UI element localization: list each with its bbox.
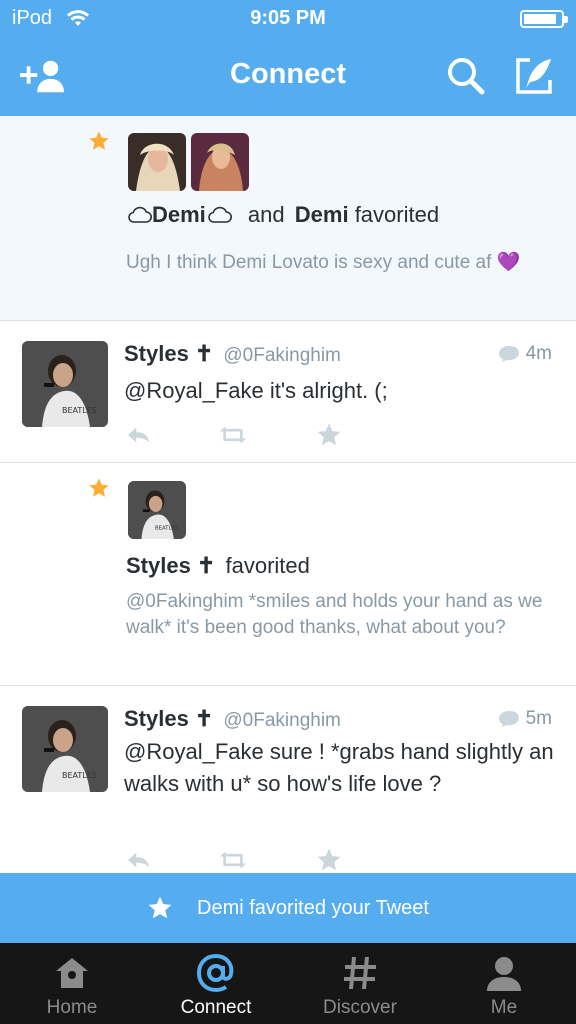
retweet-button[interactable] [218,421,248,449]
star-icon [316,847,342,873]
favorite-button[interactable] [314,846,344,873]
star-icon [147,895,173,921]
reply-icon [125,424,153,446]
tab-label: Me [490,997,518,1018]
notification-banner[interactable]: Demi favorited your Tweet [0,873,576,943]
star-icon [316,422,342,448]
activity-joiner: and [247,202,285,227]
tab-label: Discover [323,997,397,1018]
connect-feed[interactable]: Demi and Demi favorited Ugh I think Demi… [0,116,576,873]
compose-icon [516,58,552,94]
tweet-header: Styles ✝ @0Fakinghim [124,341,341,367]
tweet-header: Styles ✝ @0Fakinghim [124,706,341,732]
hashtag-icon [344,956,376,990]
battery-icon [520,10,568,28]
search-button[interactable] [444,54,488,98]
activity-verb: favorited [225,553,310,578]
tweet[interactable]: Styles ✝ @0Fakinghim 5m @Royal_Fake sure … [0,686,576,873]
activity-line: Demi and Demi favorited [126,202,439,228]
star-icon [88,477,110,499]
user-name[interactable]: Styles ✝ [124,341,213,366]
top-bar: iPod 9:05 PM Connect [0,0,576,116]
avatar[interactable] [128,481,186,539]
person-icon [487,957,521,991]
home-icon [56,958,88,988]
star-icon [88,130,110,152]
avatar[interactable] [128,133,186,191]
cloud-icon [206,206,232,224]
time-label: 5m [525,708,552,729]
cloud-icon [126,206,152,224]
reply-icon [125,849,153,871]
conversation-icon [498,346,519,362]
tab-connect[interactable]: Connect [144,943,288,1024]
tweet-preview[interactable]: @0Fakinghim *smiles and holds your hand … [126,589,556,641]
favorite-button[interactable] [314,421,344,449]
reply-button[interactable] [124,421,154,449]
tweet-actions [124,846,354,873]
activity-verb: favorited [354,202,440,227]
user-handle[interactable]: @0Fakinghim [223,345,341,366]
tab-bar: Home Connect Discover Me [0,943,576,1024]
avatar[interactable] [191,133,249,191]
tweet-time: 5m [498,708,552,730]
actor-name[interactable]: Styles ✝ [126,553,215,578]
list-item[interactable]: Styles ✝ favorited @0Fakinghim *smiles a… [0,463,576,686]
tab-me[interactable]: Me [432,943,576,1024]
compose-button[interactable] [512,54,556,98]
battery-fill [524,14,557,24]
tweet-actions [124,421,354,449]
at-icon [196,953,234,993]
tweet-text: @Royal_Fake sure ! *grabs hand slightly … [124,739,554,796]
activity-line: Styles ✝ favorited [126,553,310,579]
avatar[interactable] [22,706,108,792]
search-icon [448,58,485,95]
tab-discover[interactable]: Discover [288,943,432,1024]
tweet-preview[interactable]: Ugh I think Demi Lovato is sexy and cute… [126,250,556,276]
page-title: Connect [230,58,346,90]
avatar[interactable] [22,341,108,427]
tweet-time: 4m [498,343,552,365]
actor-name[interactable]: Demi [152,202,206,227]
tab-label: Home [46,997,98,1018]
status-bar: iPod 9:05 PM [0,0,576,38]
tab-home[interactable]: Home [0,943,144,1024]
tweet[interactable]: Styles ✝ @0Fakinghim 4m @Royal_Fake it's … [0,321,576,463]
retweet-button[interactable] [218,846,248,873]
retweet-icon [218,849,248,871]
conversation-icon [498,711,519,727]
retweet-icon [218,424,248,446]
time-label: 4m [525,343,552,364]
tab-label: Connect [180,997,252,1018]
notification-text: Demi favorited your Tweet [197,896,429,919]
user-handle[interactable]: @0Fakinghim [223,710,341,731]
actor-name[interactable]: Demi [295,202,349,227]
tweet-text: @Royal_Fake it's alright. (; [124,378,388,403]
user-name[interactable]: Styles ✝ [124,706,213,731]
status-time: 9:05 PM [250,7,326,29]
list-item[interactable]: Demi and Demi favorited Ugh I think Demi… [0,116,576,321]
reply-button[interactable] [124,846,154,873]
